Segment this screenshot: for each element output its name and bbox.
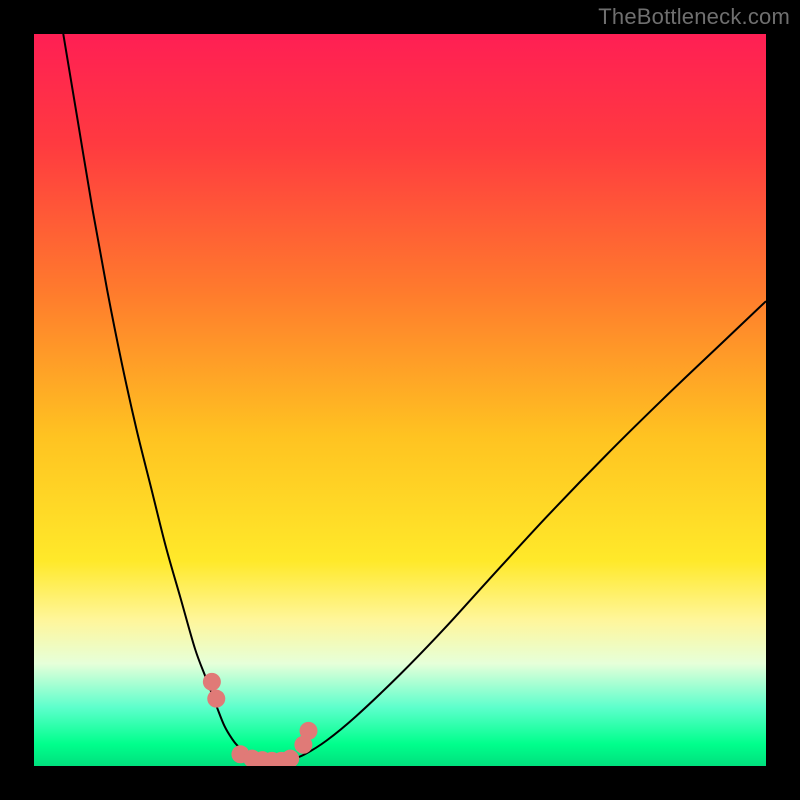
marker-dot bbox=[203, 673, 221, 691]
chart-svg bbox=[34, 34, 766, 766]
plot-area bbox=[34, 34, 766, 766]
watermark-text: TheBottleneck.com bbox=[598, 4, 790, 30]
chart-frame: TheBottleneck.com bbox=[0, 0, 800, 800]
marker-dot bbox=[300, 722, 318, 740]
gradient-bg bbox=[34, 34, 766, 766]
marker-dot bbox=[207, 690, 225, 708]
